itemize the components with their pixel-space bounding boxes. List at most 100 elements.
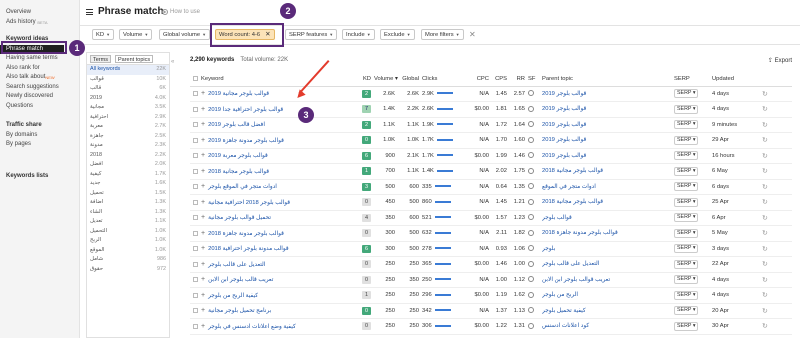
row-checkbox[interactable]: [193, 246, 198, 252]
col-cps[interactable]: CPS: [492, 72, 510, 87]
keyword-link[interactable]: قوالب بلوجر مجانية 2018: [208, 169, 269, 175]
exclude-filter[interactable]: Exclude ▼: [380, 29, 415, 40]
refresh-icon[interactable]: ↻: [762, 277, 768, 284]
terms-list-item[interactable]: مجانية 3.5K: [87, 103, 169, 113]
sidebar-item-newly-discovered[interactable]: Newly discovered: [0, 92, 79, 102]
serp-button[interactable]: SERP ▾: [674, 182, 699, 192]
serp-button[interactable]: SERP ▾: [674, 197, 699, 207]
terms-list-item[interactable]: الموقع 1.0K: [87, 246, 169, 256]
parent-topic-link[interactable]: قوالب بلوجر مدونة جاهزة 2018: [542, 230, 618, 236]
terms-list-item[interactable]: احترافية 2.9K: [87, 113, 169, 123]
how-to-use-link[interactable]: ▶ How to use: [162, 9, 200, 15]
add-to-list-icon[interactable]: +: [201, 276, 205, 283]
add-to-list-icon[interactable]: +: [201, 199, 205, 206]
kd-filter[interactable]: KD ▼: [92, 29, 115, 40]
row-checkbox[interactable]: [193, 215, 198, 221]
serp-feature-icon[interactable]: [528, 322, 534, 329]
row-checkbox[interactable]: [193, 153, 198, 159]
refresh-icon[interactable]: ↻: [762, 246, 768, 253]
col-kd[interactable]: KD: [358, 72, 374, 87]
refresh-icon[interactable]: ↻: [762, 230, 768, 237]
parent-topic-link[interactable]: بلوجر: [542, 246, 555, 252]
serp-button[interactable]: SERP ▾: [674, 259, 699, 269]
parent-topic-link[interactable]: الربح من بلوجر: [542, 292, 578, 298]
terms-list-item[interactable]: كيفية 1.7K: [87, 170, 169, 180]
keyword-link[interactable]: قوالب بلوجر مدونة جاهزة 2019: [208, 138, 284, 144]
col-keyword[interactable]: Keyword: [190, 72, 358, 87]
parent-topic-link[interactable]: قوالب بلوجر مجانية 2018: [542, 168, 603, 174]
parent-topic-link[interactable]: قوالب بلوجر: [542, 215, 572, 221]
menu-icon[interactable]: [86, 9, 93, 15]
parent-topic-link[interactable]: ادوات متجر في الموقع: [542, 184, 596, 190]
add-to-list-icon[interactable]: +: [201, 214, 205, 221]
serp-button[interactable]: SERP ▾: [674, 89, 699, 99]
row-checkbox[interactable]: [193, 277, 198, 283]
terms-list-item[interactable]: شامل 986: [87, 255, 169, 265]
keyword-link[interactable]: كيفية الربح من بلوجر: [208, 293, 258, 299]
serp-feature-icon[interactable]: [528, 183, 534, 190]
serp-button[interactable]: SERP ▾: [674, 321, 699, 331]
col-rr[interactable]: RR: [510, 72, 528, 87]
serp-button[interactable]: SERP ▾: [674, 228, 699, 238]
volume-filter[interactable]: Volume ▼: [119, 29, 153, 40]
refresh-icon[interactable]: ↻: [762, 137, 768, 144]
parent-topic-link[interactable]: كيفية تحميل بلوجر: [542, 308, 586, 314]
terms-list-item[interactable]: 2019 4.0K: [87, 94, 169, 104]
parent-topic-link[interactable]: التعديل على قالب بلوجر: [542, 261, 599, 267]
serp-feature-icon[interactable]: [528, 276, 534, 283]
collapse-icon[interactable]: «: [171, 59, 174, 65]
row-checkbox[interactable]: [193, 137, 198, 143]
refresh-icon[interactable]: ↻: [762, 292, 768, 299]
serp-button[interactable]: SERP ▾: [674, 290, 699, 300]
add-to-list-icon[interactable]: +: [201, 230, 205, 237]
keyword-link[interactable]: قوالب بلوجر مجانية 2019: [208, 91, 269, 97]
keyword-link[interactable]: 2018 قوالب مدونة بلوجر احترافية: [208, 246, 289, 252]
col-cpc[interactable]: CPC: [468, 72, 492, 87]
serp-feature-icon[interactable]: [528, 105, 534, 112]
row-checkbox[interactable]: [193, 199, 198, 205]
sidebar-item-by-pages[interactable]: By pages: [0, 140, 79, 150]
refresh-icon[interactable]: ↻: [762, 261, 768, 268]
add-to-list-icon[interactable]: +: [201, 137, 205, 144]
parent-topic-link[interactable]: قوالب بلوجر 2019: [542, 153, 586, 159]
terms-list-item[interactable]: افضل 2.0K: [87, 160, 169, 170]
col-serp[interactable]: SERP: [674, 72, 712, 87]
row-checkbox[interactable]: [193, 323, 198, 329]
col-global[interactable]: Global: [398, 72, 422, 87]
keyword-link[interactable]: التعديل على قالب بلوجر: [208, 262, 265, 268]
add-to-list-icon[interactable]: +: [201, 245, 205, 252]
serp-features-filter[interactable]: SERP features ▼: [285, 29, 338, 40]
serp-feature-icon[interactable]: [528, 245, 534, 252]
more-filters-button[interactable]: More filters ▼: [421, 29, 464, 40]
terms-list-item[interactable]: الشاء 1.3K: [87, 208, 169, 218]
terms-list-item[interactable]: تحميل 1.5K: [87, 189, 169, 199]
row-checkbox[interactable]: [193, 122, 198, 128]
row-checkbox[interactable]: [193, 91, 198, 97]
add-to-list-icon[interactable]: +: [201, 261, 205, 268]
keyword-link[interactable]: قوالب بلوجر احترافية جدا 2019: [208, 107, 283, 113]
terms-list-item[interactable]: جديد 1.6K: [87, 179, 169, 189]
refresh-icon[interactable]: ↻: [762, 215, 768, 222]
serp-feature-icon[interactable]: [528, 90, 534, 97]
serp-button[interactable]: SERP ▾: [674, 275, 699, 285]
parent-topic-link[interactable]: تعريب قوالب بلوجر ابن الابن: [542, 277, 610, 283]
sidebar-item-search-suggestions[interactable]: Search suggestions: [0, 83, 79, 93]
col-sf[interactable]: SF: [528, 72, 542, 87]
keyword-link[interactable]: تحميل قوالب بلوجر مجانية: [208, 215, 271, 221]
tab-parent-topics[interactable]: Parent topics: [115, 55, 154, 63]
global-volume-filter[interactable]: Global volume ▼: [159, 29, 211, 40]
terms-list-item[interactable]: التحميل 1.0K: [87, 227, 169, 237]
col-updated[interactable]: Updated: [712, 72, 762, 87]
refresh-icon[interactable]: ↻: [762, 153, 768, 160]
col-clicks[interactable]: Clicks: [422, 72, 468, 87]
keyword-link[interactable]: تعريب قالب بلوجر ابن الابن: [208, 277, 273, 283]
row-checkbox[interactable]: [193, 168, 198, 174]
refresh-icon[interactable]: ↻: [762, 168, 768, 175]
parent-topic-link[interactable]: قوالب بلوجر 2019: [542, 122, 586, 128]
sidebar-item-ads-history[interactable]: Ads history BETA: [0, 18, 79, 28]
keyword-link[interactable]: كيفية وضع اعلانات ادسنس في بلوجر: [208, 324, 296, 330]
keyword-link[interactable]: قوالب بلوجر مدونة جاهزة 2018: [208, 231, 284, 237]
serp-button[interactable]: SERP ▾: [674, 120, 699, 130]
clear-filters-icon[interactable]: ✕: [469, 30, 476, 39]
terms-list-item[interactable]: الربح 1.0K: [87, 236, 169, 246]
